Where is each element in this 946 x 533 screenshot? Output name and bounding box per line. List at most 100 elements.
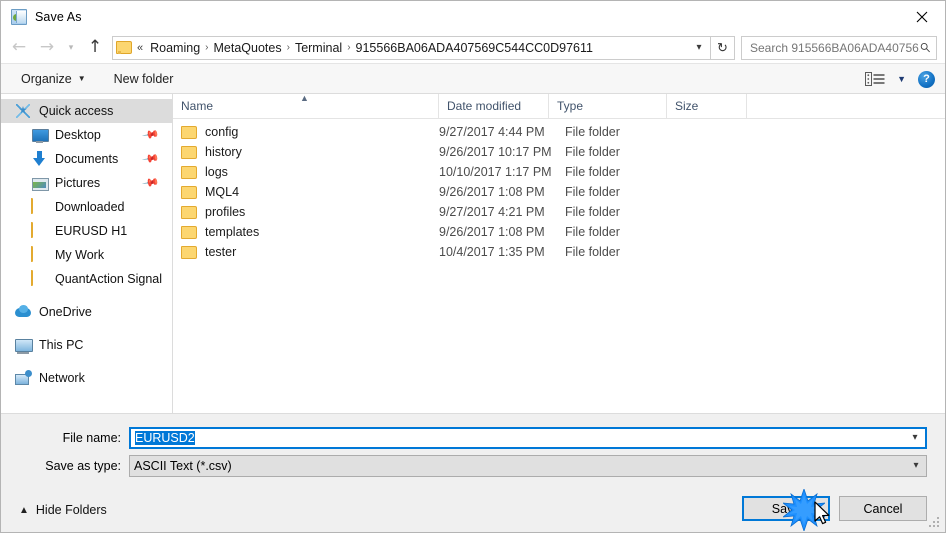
file-name-label: profiles [205,205,246,219]
back-arrow-icon: ← [11,37,27,57]
folder-icon [181,125,197,139]
up-arrow-icon: ↑ [87,37,103,57]
sidebar-item-eurusd-h1[interactable]: EURUSD H1 [1,219,172,243]
table-row[interactable]: config 9/27/2017 4:44 PM File folder [173,122,945,142]
folder-icon [31,246,33,262]
sidebar-item-label: Documents [55,152,119,166]
file-type-cell: File folder [565,125,620,139]
organize-button[interactable]: Organize ▼ [15,69,92,89]
help-button[interactable]: ? [918,70,935,88]
table-row[interactable]: tester 10/4/2017 1:35 PM File folder [173,242,945,262]
view-layout-icon [865,72,885,86]
column-header-size[interactable]: Size [667,93,747,119]
file-name-dropdown-button[interactable]: ▾ [905,432,925,443]
new-folder-button[interactable]: New folder [108,69,180,89]
quick-access-star-icon [15,103,32,119]
folder-icon [181,165,197,179]
search-icon [920,43,930,53]
sidebar-item-pictures[interactable]: Pictures 📌 [1,171,172,195]
refresh-button[interactable]: ↻ [711,35,735,60]
up-one-level-button[interactable]: ↑ [81,35,109,61]
hide-folders-label: Hide Folders [35,503,107,517]
sidebar-item-desktop[interactable]: Desktop 📌 [1,123,172,147]
sidebar-item-label: This PC [39,338,84,352]
sidebar-item-network[interactable]: Network [1,366,172,390]
sort-ascending-caret-icon: ▲ [300,93,309,103]
sidebar-item-label: QuantAction Signal [55,272,163,286]
change-view-button[interactable] [861,70,889,88]
folder-icon [116,41,132,54]
file-name-label: config [205,125,239,139]
sidebar-item-downloaded[interactable]: Downloaded [1,195,172,219]
hide-folders-button[interactable]: ▲ Hide Folders [19,503,107,517]
search-input-placeholder[interactable]: Search 915566BA06ADA40756... [750,41,920,55]
folder-icon [181,205,197,219]
breadcrumb-item-metaquotes[interactable]: MetaQuotes [210,41,286,55]
cancel-button[interactable]: Cancel [839,496,927,521]
resize-grip-icon[interactable] [929,517,941,529]
close-button[interactable] [899,1,945,32]
file-date-cell: 10/4/2017 1:35 PM [439,245,545,259]
file-name-cell: config [173,125,439,139]
sidebar-item-label: My Work [55,248,105,262]
column-header-date-modified[interactable]: Date modified [439,93,549,119]
breadcrumb-item-roaming[interactable]: Roaming [146,41,204,55]
file-name-label: logs [205,165,228,179]
pictures-icon [31,175,49,191]
file-type-cell: File folder [565,205,620,219]
help-icon: ? [923,73,930,85]
recent-locations-button[interactable]: ▾ [61,35,81,61]
search-box[interactable]: Search 915566BA06ADA40756... [741,35,937,60]
file-date-cell: 9/27/2017 4:44 PM [439,125,545,139]
view-dropdown-button[interactable]: ▼ [897,74,906,84]
file-name-input[interactable]: EURUSD2 ▾ [129,426,927,449]
folder-icon [181,145,197,159]
sidebar-item-documents[interactable]: Documents 📌 [1,147,172,171]
table-row[interactable]: history 9/26/2017 10:17 PM File folder [173,142,945,162]
breadcrumb-item-terminal[interactable]: Terminal [291,41,346,55]
chevron-down-icon: ▾ [913,460,919,471]
file-type-cell: File folder [565,145,620,159]
table-row[interactable]: profiles 9/27/2017 4:21 PM File folder [173,202,945,222]
table-row[interactable]: logs 10/10/2017 1:17 PM File folder [173,162,945,182]
save-as-type-value: ASCII Text (*.csv) [134,458,232,473]
network-icon [15,370,32,386]
breadcrumb-overflow-icon[interactable]: « [136,42,146,54]
dialog-body: Quick access Desktop 📌 Documents 📌 Pictu… [1,93,945,414]
file-name-cell: profiles [173,205,439,219]
back-button[interactable]: ← [5,35,33,61]
table-row[interactable]: MQL4 9/26/2017 1:08 PM File folder [173,182,945,202]
dialog-buttons: Save Cancel [742,496,927,521]
breadcrumb-item-terminal-id[interactable]: 915566BA06ADA407569C544CC0D97611 [352,41,597,55]
navigation-bar: ← → ▾ ↑ « Roaming › MetaQuotes › Termina… [1,32,945,64]
file-name-label: tester [205,245,237,259]
close-icon [916,11,928,22]
sidebar-item-quantaction-signal[interactable]: QuantAction Signal [1,267,172,291]
sidebar-item-quick-access[interactable]: Quick access [1,99,172,123]
file-name-value[interactable]: EURUSD2 [131,430,905,445]
file-date-cell: 9/26/2017 1:08 PM [439,225,545,239]
breadcrumb: « Roaming › MetaQuotes › Terminal › 9155… [136,41,688,55]
file-name-cell: logs [173,165,439,179]
desktop-icon [31,127,49,143]
sidebar-item-label: OneDrive [39,305,92,319]
save-as-dialog: Save As ← → ▾ ↑ « Roaming › MetaQuotes ›… [0,0,946,533]
organize-label: Organize [21,71,72,86]
documents-icon [31,151,48,167]
address-dropdown-button[interactable]: ▾ [688,37,710,59]
sidebar-item-my-work[interactable]: My Work [1,243,172,267]
sidebar-item-label: Quick access [39,104,114,118]
pin-icon: 📌 [141,174,160,193]
column-header-type[interactable]: Type [549,93,667,119]
folder-icon [181,225,197,239]
file-rows: config 9/27/2017 4:44 PM File folder his… [173,119,945,413]
sidebar-item-onedrive[interactable]: OneDrive [1,300,172,324]
sidebar-item-this-pc[interactable]: This PC [1,333,172,357]
forward-button[interactable]: → [33,35,61,61]
file-name-label: history [205,145,242,159]
save-as-type-dropdown-button[interactable]: ▾ [906,460,926,471]
save-as-type-select[interactable]: ASCII Text (*.csv) ▾ [129,454,927,477]
save-button[interactable]: Save [742,496,830,521]
table-row[interactable]: templates 9/26/2017 1:08 PM File folder [173,222,945,242]
address-bar[interactable]: « Roaming › MetaQuotes › Terminal › 9155… [112,35,711,60]
